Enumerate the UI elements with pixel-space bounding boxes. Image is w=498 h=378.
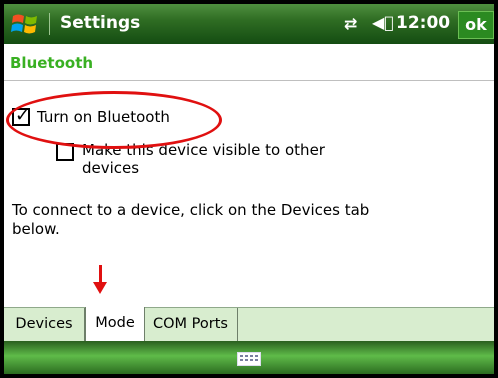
info-text: To connect to a device, click on the Dev… bbox=[12, 201, 370, 238]
tab-com-ports[interactable]: COM Ports bbox=[144, 308, 238, 341]
title-bar: Settings ⇄ ◀ﾞ 12:00 ok bbox=[4, 4, 494, 44]
title-separator bbox=[49, 13, 50, 35]
windows-flag-icon[interactable] bbox=[10, 10, 40, 38]
ok-button[interactable]: ok bbox=[458, 11, 494, 39]
annotation-arrow-icon bbox=[93, 282, 107, 294]
page-heading-bar: Bluetooth bbox=[4, 44, 494, 81]
softkey-bar bbox=[4, 341, 494, 374]
tab-bar: Devices Mode COM Ports bbox=[4, 307, 494, 342]
volume-icon[interactable]: ◀ﾞ bbox=[372, 13, 394, 32]
annotation-arrow-shaft bbox=[99, 265, 102, 283]
window-title: Settings bbox=[60, 13, 141, 33]
page-title: Bluetooth bbox=[10, 54, 94, 72]
highlight-ellipse bbox=[6, 91, 222, 149]
device-screen: Settings ⇄ ◀ﾞ 12:00 ok Bluetooth ✓ Turn … bbox=[0, 0, 498, 378]
connectivity-icon[interactable]: ⇄ bbox=[344, 14, 357, 33]
tab-devices[interactable]: Devices bbox=[4, 308, 85, 341]
tab-mode[interactable]: Mode bbox=[85, 307, 145, 341]
clock[interactable]: 12:00 bbox=[396, 13, 450, 33]
keyboard-icon[interactable] bbox=[237, 352, 261, 366]
